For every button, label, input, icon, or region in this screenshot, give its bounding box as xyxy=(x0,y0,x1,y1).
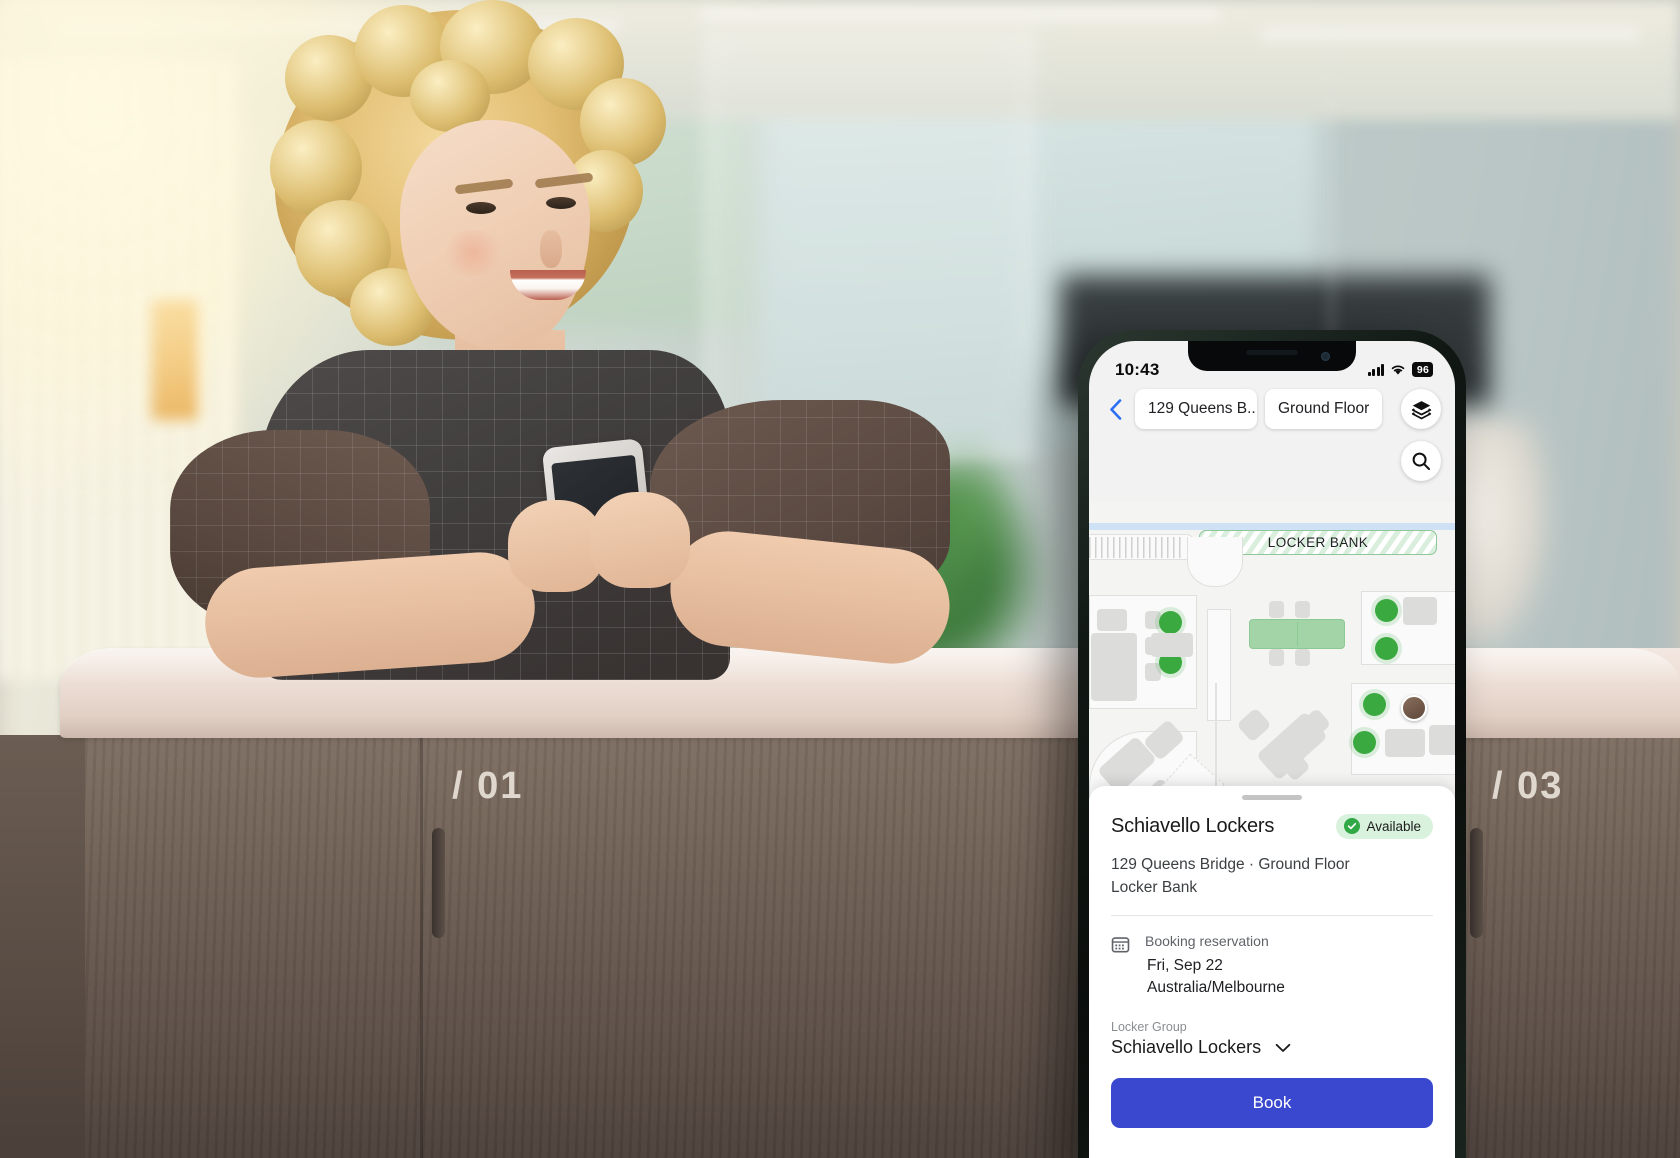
map-furniture xyxy=(1091,633,1137,701)
chevron-left-icon xyxy=(1109,398,1121,420)
desk-label-01: / 01 xyxy=(452,765,524,807)
reservation-text: Booking reservation Fri, Sep 22 Australi… xyxy=(1145,933,1285,999)
map-furniture xyxy=(1236,707,1272,743)
sheet-title: Schiavello Lockers xyxy=(1111,814,1275,837)
building-chip[interactable]: 129 Queens B... xyxy=(1135,389,1257,429)
status-indicators: 96 xyxy=(1367,362,1433,377)
search-button[interactable] xyxy=(1401,441,1441,481)
cellular-signal-icon xyxy=(1367,363,1385,376)
map-booked-desk[interactable] xyxy=(1249,619,1345,649)
wifi-icon xyxy=(1392,365,1405,375)
map-available-seat-dot[interactable] xyxy=(1159,611,1182,634)
glass-mullion xyxy=(1045,0,1048,660)
map-available-seat-dot[interactable] xyxy=(1353,731,1376,754)
map-door-swing xyxy=(1187,537,1243,587)
forearm-left xyxy=(201,548,539,682)
locker-group-value: Schiavello Lockers xyxy=(1111,1037,1262,1057)
eye xyxy=(466,202,496,214)
map-furniture xyxy=(1403,597,1437,625)
earpiece-speaker xyxy=(1246,350,1298,355)
floor-chip[interactable]: Ground Floor xyxy=(1265,389,1383,429)
map-available-seat-dot[interactable] xyxy=(1363,693,1386,716)
map-partition xyxy=(1207,609,1231,721)
sheet-header: Schiavello Lockers Available xyxy=(1111,813,1433,839)
locker-group-dropdown[interactable]: Schiavello Lockers xyxy=(1111,1037,1433,1058)
front-camera xyxy=(1321,352,1330,361)
location-line-2: Locker Bank xyxy=(1111,878,1198,896)
hand-right xyxy=(590,492,690,588)
chevron-down-icon xyxy=(1275,1043,1291,1052)
map-chair xyxy=(1269,649,1284,666)
calendar-icon xyxy=(1111,935,1131,999)
book-button[interactable]: Book xyxy=(1111,1078,1433,1128)
desk-body-left xyxy=(0,735,90,1158)
phone-notch xyxy=(1188,341,1356,371)
map-desk xyxy=(1385,729,1425,757)
map-chair xyxy=(1295,601,1310,618)
locker-group-label: Locker Group xyxy=(1111,1020,1187,1034)
map-top-controls: 129 Queens B... Ground Floor xyxy=(1089,389,1455,429)
reservation-label: Booking reservation xyxy=(1145,933,1269,949)
reservation-date: Fri, Sep 22 xyxy=(1147,957,1223,974)
map-stairs xyxy=(1089,537,1185,558)
desk-door-handle xyxy=(1470,828,1483,938)
layers-icon xyxy=(1411,400,1431,419)
map-available-seat-dot[interactable] xyxy=(1375,637,1398,660)
building-chip-label: 129 Queens B... xyxy=(1148,400,1257,417)
desk-panel-seam xyxy=(420,735,423,1158)
map-available-seat-dot[interactable] xyxy=(1375,599,1398,622)
map-chair xyxy=(1269,601,1284,618)
sheet-divider xyxy=(1111,915,1433,916)
ceiling-light-strip xyxy=(1260,30,1640,39)
reservation-section: Booking reservation Fri, Sep 22 Australi… xyxy=(1111,933,1433,999)
map-occupant-avatar[interactable] xyxy=(1401,695,1427,721)
phone-mockup: 10:43 96 129 Queens B... Ground Floor LO… xyxy=(1078,330,1466,1158)
eye xyxy=(546,197,576,209)
status-time: 10:43 xyxy=(1115,359,1160,379)
layers-button[interactable] xyxy=(1401,389,1441,429)
map-chair xyxy=(1295,649,1310,666)
map-furniture xyxy=(1429,725,1455,755)
check-circle-icon xyxy=(1344,818,1361,834)
sheet-drag-handle[interactable] xyxy=(1242,795,1302,800)
desk-label-03: / 03 xyxy=(1492,765,1564,807)
map-desk-split xyxy=(1297,622,1299,646)
status-badge-label: Available xyxy=(1366,818,1421,834)
location-line-1: 129 Queens Bridge · Ground Floor xyxy=(1111,855,1350,873)
battery-indicator: 96 xyxy=(1412,362,1433,377)
search-icon xyxy=(1412,452,1430,470)
nose xyxy=(540,230,562,268)
reservation-timezone: Australia/Melbourne xyxy=(1147,979,1285,996)
person-photo-subject xyxy=(110,0,956,700)
back-button[interactable] xyxy=(1103,392,1127,426)
map-furniture xyxy=(1097,609,1127,631)
map-locker-bank-label: LOCKER BANK xyxy=(1267,535,1369,550)
floor-chip-label: Ground Floor xyxy=(1278,400,1370,417)
phone-screen: 10:43 96 129 Queens B... Ground Floor LO… xyxy=(1089,341,1455,1158)
location-details: 129 Queens Bridge · Ground Floor Locker … xyxy=(1111,853,1433,900)
locker-detail-sheet: Schiavello Lockers Available 129 Queens … xyxy=(1089,786,1455,1158)
map-corridor xyxy=(1089,523,1455,530)
status-badge: Available xyxy=(1336,813,1433,839)
map-desk xyxy=(1151,633,1193,657)
desk-door-handle xyxy=(432,828,445,938)
cheek-highlight xyxy=(440,230,506,276)
